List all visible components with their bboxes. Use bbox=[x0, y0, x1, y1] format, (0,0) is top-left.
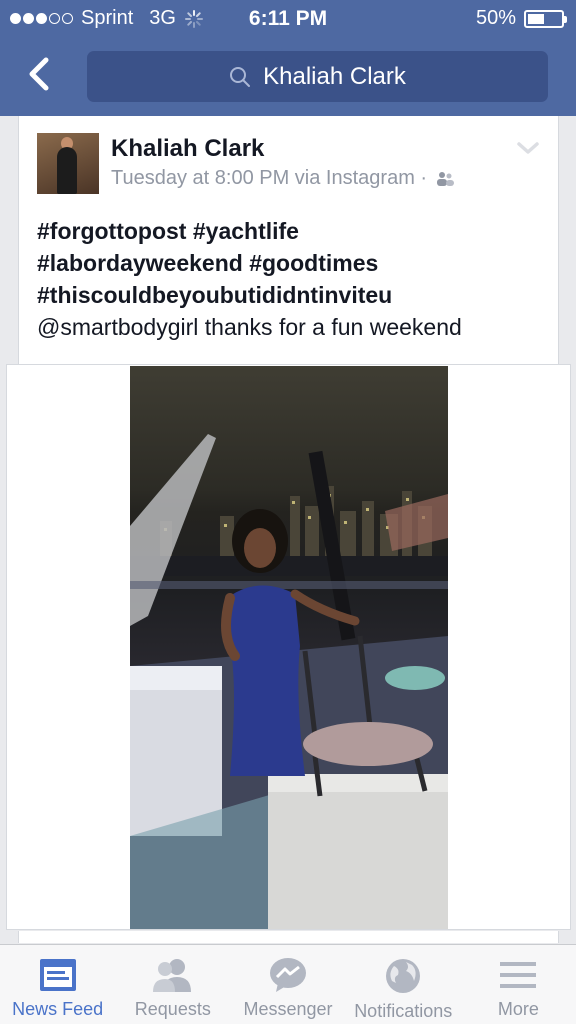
hashtag-link[interactable]: #thiscouldbeyoubutididntinviteu bbox=[37, 282, 392, 308]
post-card: Khaliah Clark Tuesday at 8:00 PM via Ins… bbox=[18, 116, 559, 366]
back-button[interactable] bbox=[22, 56, 58, 92]
post-options-button[interactable] bbox=[516, 140, 540, 161]
tab-news-feed[interactable]: News Feed bbox=[0, 945, 115, 1024]
tab-label: Requests bbox=[134, 999, 211, 1019]
hashtag-line: #forgottopost #yachtlife bbox=[37, 215, 547, 247]
hashtag-link[interactable]: #goodtimes bbox=[249, 250, 378, 276]
tab-messenger[interactable]: Messenger bbox=[230, 945, 345, 1024]
hashtag-link[interactable]: #yachtlife bbox=[193, 218, 299, 244]
post-mention-line: @smartbodygirl thanks for a fun weekend bbox=[37, 314, 462, 340]
hashtag-line: #thiscouldbeyoubutididntinviteu bbox=[37, 279, 547, 311]
post-author-name[interactable]: Khaliah Clark bbox=[111, 135, 264, 163]
friend-requests-icon bbox=[152, 959, 191, 992]
tab-label: News Feed bbox=[12, 999, 104, 1019]
tab-notifications[interactable]: Notifications bbox=[346, 945, 461, 1024]
post-photo[interactable] bbox=[130, 366, 448, 929]
hashtag-line: #labordayweekend #goodtimes bbox=[37, 247, 547, 279]
post-hashtags: #forgottopost #yachtlife #labordayweekend… bbox=[37, 215, 547, 311]
tab-more[interactable]: More bbox=[461, 945, 576, 1024]
search-icon bbox=[230, 66, 251, 87]
search-field[interactable]: Khaliah Clark bbox=[87, 51, 548, 102]
chevron-down-icon bbox=[517, 142, 539, 154]
tab-label: More bbox=[497, 999, 539, 1019]
card-footer-strip bbox=[18, 931, 559, 943]
status-bar: Sprint 3G 6:11 PM 50% bbox=[0, 0, 576, 38]
hashtag-link[interactable]: #labordayweekend bbox=[37, 250, 243, 276]
post-meta: Tuesday at 8:00 PM via Instagram · bbox=[111, 167, 455, 190]
tab-label: Notifications bbox=[354, 1001, 453, 1021]
avatar[interactable] bbox=[37, 133, 99, 194]
globe-icon bbox=[386, 959, 421, 993]
top-bar: Sprint 3G 6:11 PM 50% Khaliah Clark bbox=[0, 0, 576, 116]
bottom-tab-bar: News Feed Requests Messenger Notificatio… bbox=[0, 944, 576, 1024]
messenger-icon bbox=[270, 958, 306, 992]
battery-percent: 50% bbox=[475, 7, 516, 29]
battery-info: 50% bbox=[475, 7, 567, 30]
post-text: #forgottopost #yachtlife #labordayweekend… bbox=[37, 215, 547, 343]
hashtag-link[interactable]: #forgottopost bbox=[37, 218, 186, 244]
search-query: Khaliah Clark bbox=[263, 62, 406, 90]
tab-requests[interactable]: Requests bbox=[115, 945, 230, 1024]
post-photo-container bbox=[6, 364, 571, 930]
tab-label: Messenger bbox=[243, 999, 333, 1019]
chevron-left-icon bbox=[29, 57, 49, 91]
friends-audience-icon bbox=[437, 171, 455, 186]
post-timestamp: Tuesday at 8:00 PM via Instagram · bbox=[111, 167, 428, 189]
menu-icon bbox=[500, 962, 537, 988]
battery-icon bbox=[524, 9, 567, 28]
news-feed-icon bbox=[39, 959, 76, 991]
yacht-night-photo bbox=[130, 434, 448, 929]
